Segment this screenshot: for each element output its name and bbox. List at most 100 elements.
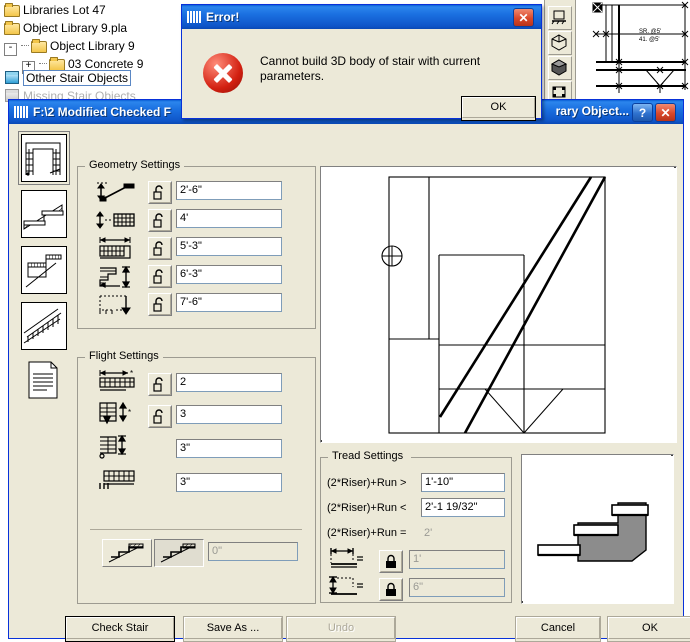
stair-footprint-icon xyxy=(96,292,136,321)
cad-background: SR. @5' 41. @5' xyxy=(540,0,690,110)
group-border xyxy=(78,357,85,358)
axonometric-icon[interactable] xyxy=(548,31,572,55)
stair-riser-height-icon xyxy=(96,209,136,234)
svg-text:*: * xyxy=(130,369,133,378)
elevation-icon[interactable] xyxy=(548,6,572,30)
lock-toggle-locked[interactable] xyxy=(379,578,403,601)
total-run-field[interactable]: 5'-3" xyxy=(176,237,282,256)
tread-run-field: 1' xyxy=(409,550,505,569)
3d-view-icon[interactable] xyxy=(548,56,572,80)
ok-button[interactable]: OK xyxy=(607,616,690,642)
library-object-icon xyxy=(186,10,202,24)
check-stair-button-label: Check Stair xyxy=(66,617,174,639)
stair-headroom-icon xyxy=(96,264,136,293)
cad-floor-plan xyxy=(592,1,689,93)
tab-strip xyxy=(15,130,71,410)
lock-toggle-unlocked[interactable] xyxy=(148,405,172,428)
stair-end-profile-toggle[interactable] xyxy=(154,539,204,567)
tread-rise-icon xyxy=(327,575,367,602)
tab-structure[interactable] xyxy=(15,186,71,240)
footprint-field[interactable]: 7'-6" xyxy=(176,293,282,312)
main-dialog-body: Geometry Settings 2'-6" 4' 5'-3" 6'-3" 7… xyxy=(9,124,690,642)
flight-rise-field[interactable]: 3" xyxy=(176,439,282,458)
tread-rule-max-field[interactable]: 2'-1 19/32" xyxy=(421,498,505,517)
tree-item-label: 03 Concrete 9 xyxy=(68,57,144,71)
error-dialog-body: Cannot build 3D body of stair with curre… xyxy=(182,29,541,121)
lock-toggle-unlocked[interactable] xyxy=(148,265,172,288)
profile-offset-field: 0" xyxy=(208,542,298,561)
undo-button: Undo xyxy=(286,616,396,642)
flight-risers-icon: * xyxy=(96,399,138,430)
tree-expander-collapse[interactable]: - xyxy=(4,43,17,56)
check-stair-button[interactable]: Check Stair xyxy=(65,616,175,642)
folder-icon xyxy=(4,3,20,17)
tread-profile-preview xyxy=(521,454,674,604)
separator xyxy=(90,529,302,530)
tread-rule-label-max: (2*Riser)+Run < xyxy=(327,502,407,514)
error-cross-icon xyxy=(203,53,243,93)
stair-total-rise-icon xyxy=(96,180,136,207)
help-button[interactable]: ? xyxy=(632,103,653,122)
stair-railing-icon xyxy=(21,302,67,350)
geometry-settings-legend: Geometry Settings xyxy=(85,159,185,171)
flight-risers-field[interactable]: 3 xyxy=(176,405,282,424)
flight-landing-field[interactable]: 3" xyxy=(176,473,282,492)
lock-toggle-unlocked[interactable] xyxy=(148,373,172,396)
tread-rule-min-field[interactable]: 1'-10" xyxy=(421,473,505,492)
riser-height-field[interactable]: 4' xyxy=(176,209,282,228)
save-as-button[interactable]: Save As ... xyxy=(183,616,283,642)
lock-toggle-unlocked[interactable] xyxy=(148,181,172,204)
cancel-button[interactable]: Cancel xyxy=(515,616,601,642)
group-border xyxy=(321,457,328,458)
flight-landing-icon xyxy=(96,467,138,496)
stair-settings-dialog: F:\2 Modified Checked F rary Object... ?… xyxy=(8,99,690,642)
tab-railing[interactable] xyxy=(15,298,71,352)
group-border xyxy=(155,357,315,358)
tree-item-label: Object Library 9 xyxy=(50,39,135,53)
undo-button-label: Undo xyxy=(287,617,395,639)
lock-toggle-unlocked[interactable] xyxy=(148,237,172,260)
tread-run-icon xyxy=(327,547,367,574)
lock-toggle-unlocked[interactable] xyxy=(148,293,172,316)
lock-toggle-unlocked[interactable] xyxy=(148,209,172,232)
save-as-button-label: Save As ... xyxy=(184,617,282,639)
tree-item[interactable]: Object Library 9.pla xyxy=(4,20,127,36)
group-border xyxy=(78,166,85,167)
tree-item-label: Other Stair Objects xyxy=(23,70,132,86)
flight-count-field[interactable]: 2 xyxy=(176,373,282,392)
error-message: Cannot build 3D body of stair with curre… xyxy=(260,54,481,83)
close-icon[interactable]: ✕ xyxy=(513,8,534,27)
tree-item-other-stair-objects[interactable]: Other Stair Objects xyxy=(4,70,132,86)
stair-start-profile-toggle[interactable] xyxy=(102,539,152,567)
library-object-icon xyxy=(13,105,29,119)
folder-icon xyxy=(31,39,47,53)
total-rise-field[interactable]: 2'-6" xyxy=(176,181,282,200)
folder-icon xyxy=(49,57,65,71)
stair-plan-preview xyxy=(320,166,677,443)
geometry-settings-group: Geometry Settings 2'-6" 4' 5'-3" 6'-3" 7… xyxy=(77,159,316,329)
lock-toggle-locked[interactable] xyxy=(379,550,403,573)
flight-rise-icon xyxy=(96,433,138,464)
tree-line xyxy=(21,45,29,46)
tree-item-label: Object Library 9.pla xyxy=(23,21,128,35)
close-button[interactable]: ✕ xyxy=(655,103,676,122)
stair-total-run-icon xyxy=(96,236,136,265)
tab-listing[interactable] xyxy=(15,354,71,408)
folder-icon xyxy=(4,21,20,35)
tab-plan-symbol[interactable] xyxy=(15,130,71,185)
error-ok-button[interactable]: OK xyxy=(461,96,536,121)
tread-settings-legend: Tread Settings xyxy=(328,450,408,462)
error-ok-button-label: OK xyxy=(462,97,535,118)
tree-item[interactable]: Libraries Lot 47 xyxy=(4,2,106,18)
cad-dimension-label: SR. @5' xyxy=(639,29,662,35)
error-dialog-title: Error! xyxy=(206,10,240,24)
headroom-field[interactable]: 6'-3" xyxy=(176,265,282,284)
group-border xyxy=(411,457,511,458)
svg-text:*: * xyxy=(128,408,131,417)
tab-stringer[interactable] xyxy=(15,242,71,296)
error-titlebar[interactable]: Error! ✕ xyxy=(182,5,541,29)
cancel-button-label: Cancel xyxy=(516,617,600,639)
cad-dimension-label: 41. @5' xyxy=(639,37,660,43)
library-part-icon xyxy=(4,71,20,84)
tree-item[interactable]: - Object Library 9 xyxy=(4,38,135,56)
